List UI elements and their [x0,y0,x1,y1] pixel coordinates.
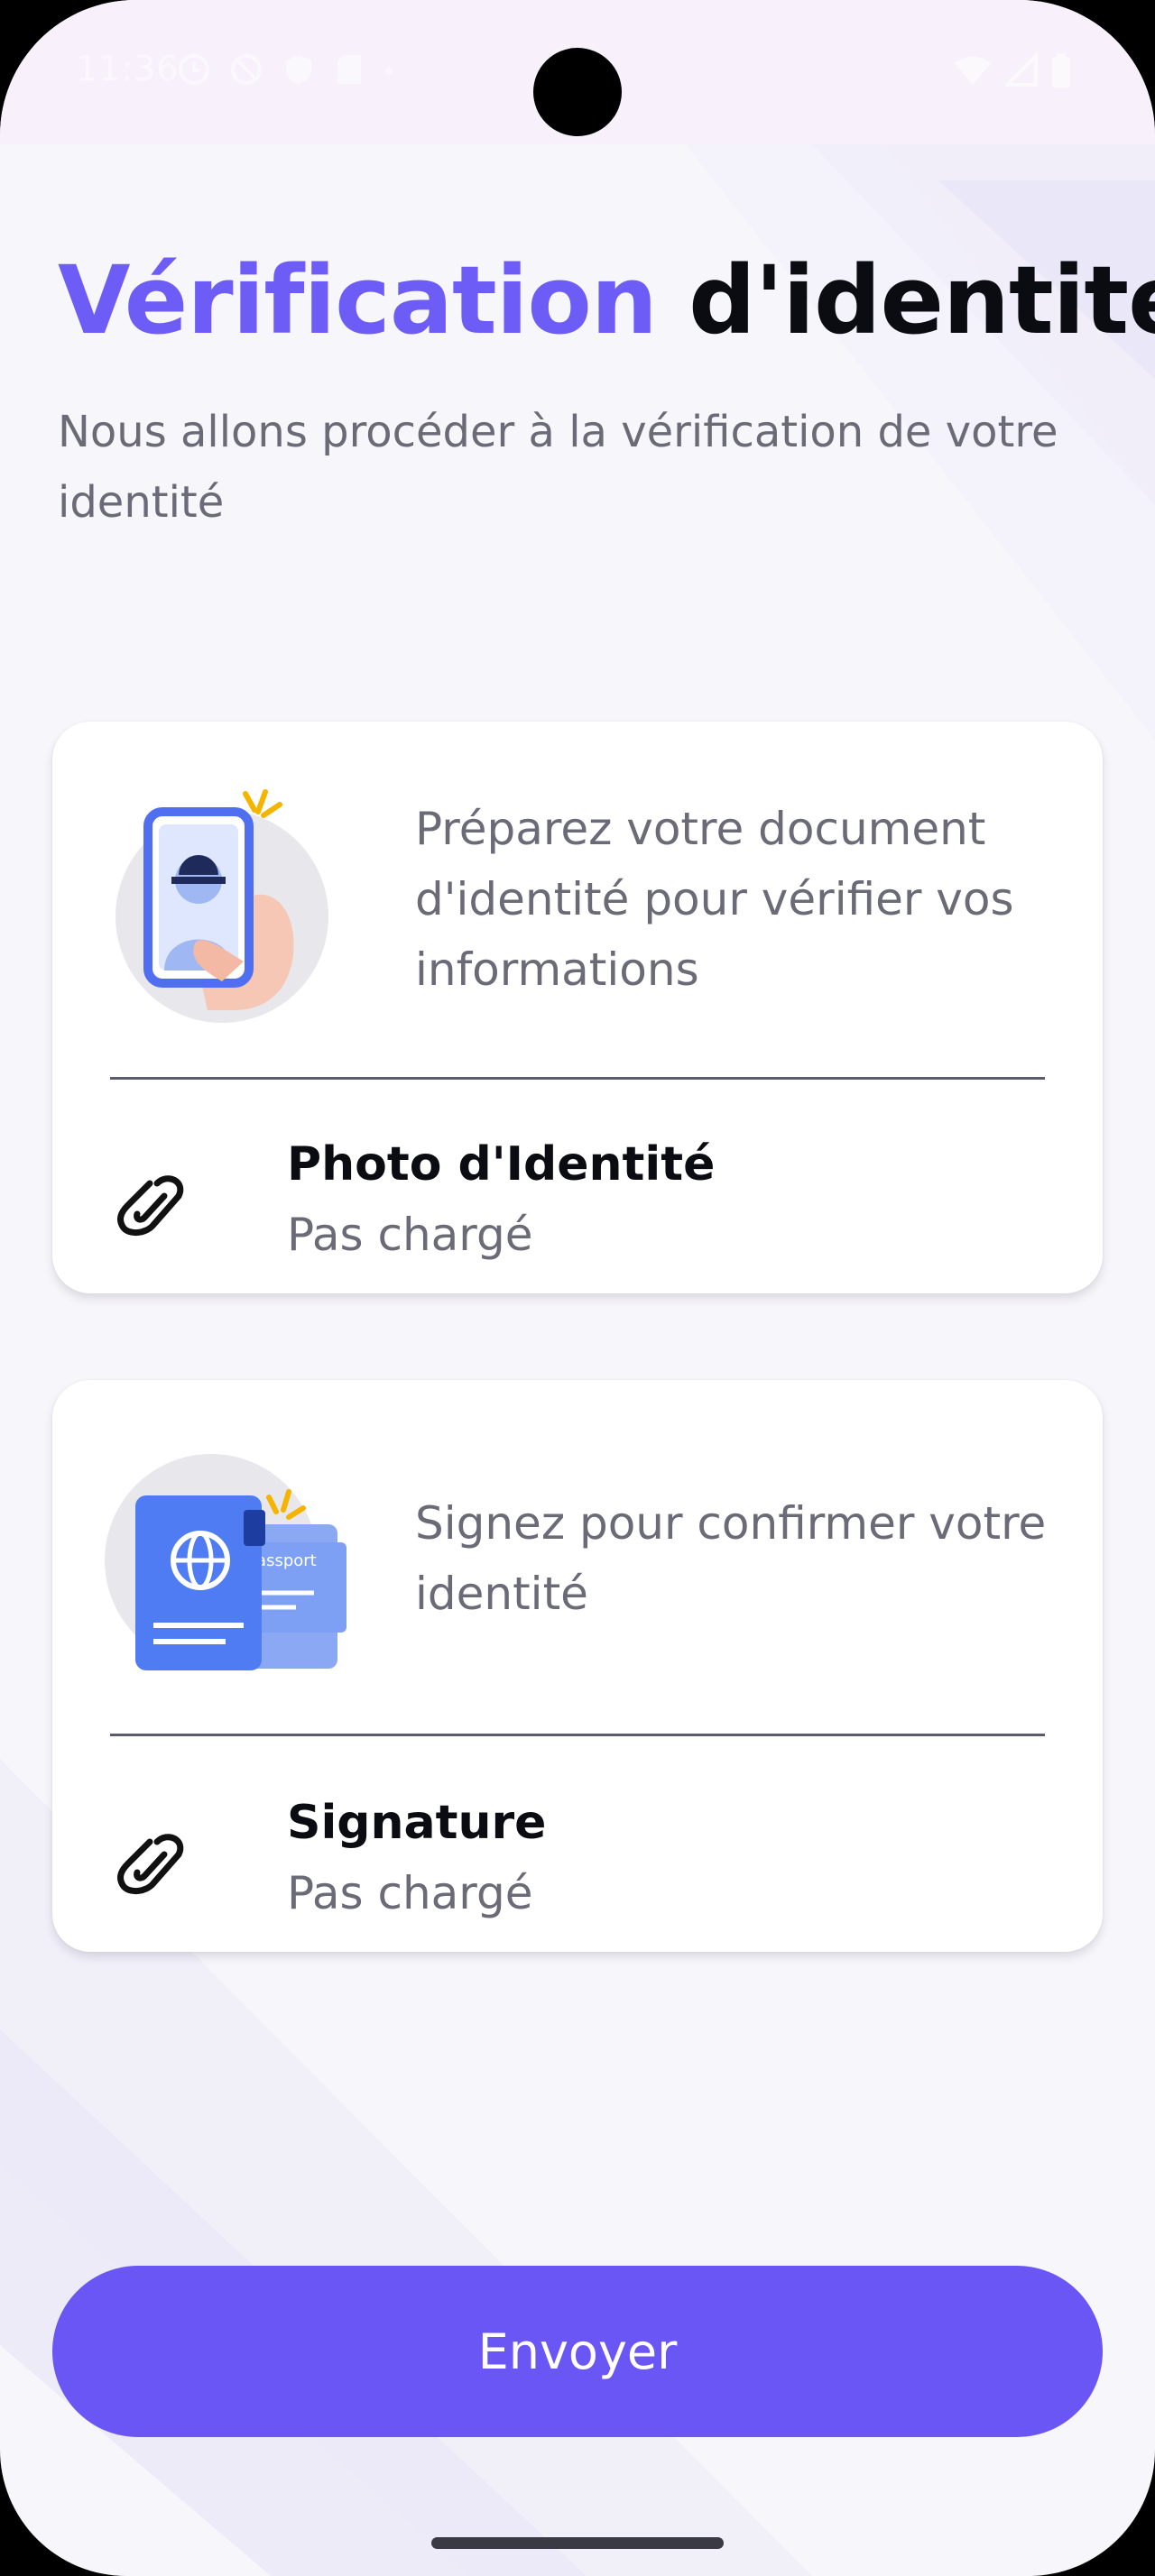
dot-icon [383,52,395,90]
identity-photo-description: Préparez votre document d'identité pour … [415,803,1014,996]
signature-card: Passport Signez pour confirmer votre ide… [52,1380,1103,1952]
submit-button[interactable]: Envoyer [52,2266,1103,2437]
app-screen: 11:36 Vérification d'identité Nous allon… [0,0,1155,2576]
home-indicator[interactable] [431,2537,724,2549]
notification-icons [177,52,395,90]
page-title-accent: Vérification [58,245,658,355]
identity-photo-card: Préparez votre document d'identité pour … [52,722,1103,1293]
upload-signature[interactable]: Signature Pas chargé [110,1786,1040,1921]
wifi-icon [953,52,993,92]
page-title: Vérification d'identité [58,242,1155,359]
status-time: 11:36 [76,49,180,88]
signature-description: Signez pour confirmer votre identité [415,1497,1047,1620]
upload-status: Pas chargé [287,1867,533,1919]
upload-status: Pas chargé [287,1209,533,1261]
signal-icon [1003,51,1038,92]
card-divider [110,1077,1045,1080]
page-title-rest: d'identité [688,245,1155,355]
card-divider [110,1734,1045,1736]
do-not-disturb-icon [229,52,263,90]
paperclip-icon [117,1175,184,1236]
phone-selfie-illustration [116,789,328,1023]
sd-card-icon [334,52,365,90]
system-icons [953,51,1072,92]
clock-icon [177,52,211,90]
paperclip-icon [117,1834,184,1894]
page-subtitle: Nous allons procéder à la vérification d… [58,407,1058,528]
upload-identity-photo[interactable]: Photo d'Identité Pas chargé [110,1127,1040,1263]
battery-icon [1050,52,1072,92]
passport-illustration: Passport [105,1454,346,1670]
upload-label: Signature [287,1796,547,1850]
shield-icon [282,52,316,90]
camera-cutout [533,48,622,136]
upload-label: Photo d'Identité [287,1137,716,1191]
